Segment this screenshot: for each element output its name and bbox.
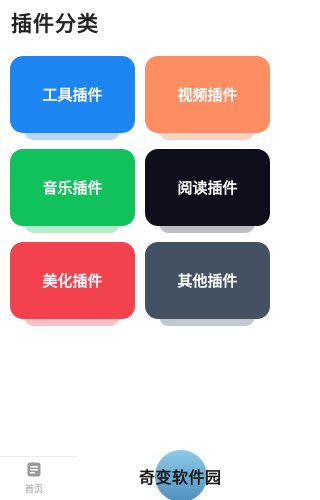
category-label: 视频插件 xyxy=(177,86,238,104)
category-card-beautify-wrapper: 美化插件 xyxy=(10,242,135,330)
watermark-text: 奇变软件园 xyxy=(139,468,222,487)
category-card-other-wrapper: 其他插件 xyxy=(145,242,270,330)
category-card-reading[interactable]: 阅读插件 xyxy=(145,149,270,226)
category-label: 其他插件 xyxy=(177,272,238,290)
category-label: 美化插件 xyxy=(42,272,103,290)
category-card-other[interactable]: 其他插件 xyxy=(145,242,270,319)
plugin-category-page: 插件分类 工具插件 视频插件 音乐插件 阅读插件 美化插件 其他插件 首页 奇变… xyxy=(0,0,275,500)
category-card-music-wrapper: 音乐插件 xyxy=(10,149,135,237)
tab-home[interactable]: 首页 xyxy=(14,462,54,498)
tab-home-label: 首页 xyxy=(24,485,43,495)
page-title: 插件分类 xyxy=(11,12,99,36)
category-card-video-wrapper: 视频插件 xyxy=(145,56,270,144)
category-label: 工具插件 xyxy=(42,86,103,104)
category-card-music[interactable]: 音乐插件 xyxy=(10,149,135,226)
bottom-nav-divider xyxy=(0,456,78,457)
category-label: 音乐插件 xyxy=(42,179,103,197)
category-card-video[interactable]: 视频插件 xyxy=(145,56,270,133)
document-icon xyxy=(27,462,41,477)
category-card-tools[interactable]: 工具插件 xyxy=(10,56,135,133)
category-card-reading-wrapper: 阅读插件 xyxy=(145,149,270,237)
watermark-logo: 奇变软件园 xyxy=(138,447,238,500)
category-card-beautify[interactable]: 美化插件 xyxy=(10,242,135,319)
category-label: 阅读插件 xyxy=(177,179,238,197)
category-card-tools-wrapper: 工具插件 xyxy=(10,56,135,144)
